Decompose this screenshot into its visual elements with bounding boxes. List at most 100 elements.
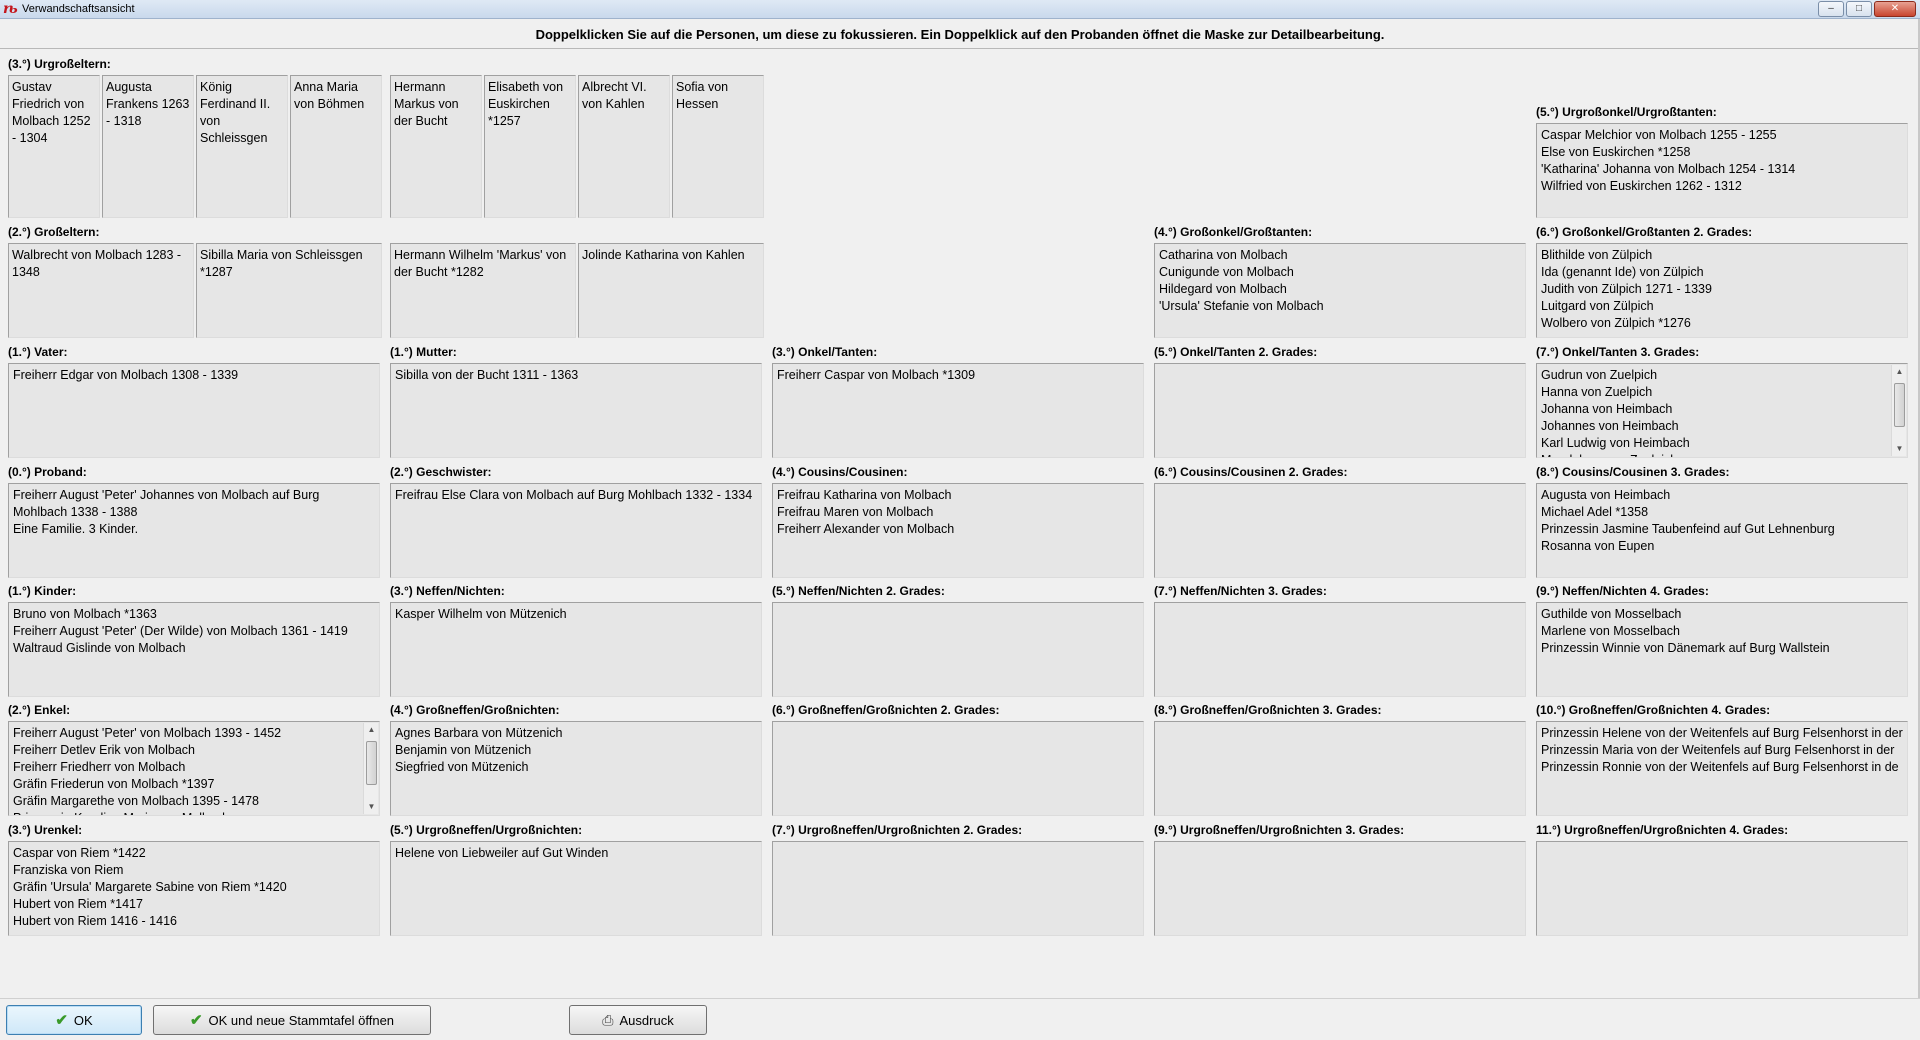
list-neffen2[interactable]	[772, 602, 1144, 697]
ok-button[interactable]: ✔ OK	[6, 1005, 142, 1035]
scroll-thumb[interactable]	[1894, 383, 1905, 427]
list-item[interactable]: Catharina von Molbach	[1159, 247, 1521, 264]
list-item[interactable]: Hubert von Riem *1417	[13, 896, 375, 913]
list-item[interactable]: Guthilde von Mosselbach	[1541, 606, 1903, 623]
scroll-thumb[interactable]	[366, 741, 377, 785]
list-item[interactable]: Freiherr August 'Peter' (Der Wilde) von …	[13, 623, 375, 640]
list-grossneffen[interactable]: Agnes Barbara von Mützenich Benjamin von …	[390, 721, 762, 816]
list-item[interactable]: Kasper Wilhelm von Mützenich	[395, 606, 757, 623]
list-enkel[interactable]: Freiherr August 'Peter' von Molbach 1393…	[8, 721, 380, 816]
list-onkel3[interactable]: Gudrun von Zuelpich Hanna von Zuelpich Joh…	[1536, 363, 1908, 458]
list-item[interactable]: Gräfin Margarethe von Molbach 1395 - 147…	[13, 793, 359, 810]
great-grandparent-cell[interactable]: Hermann Markus von der Bucht	[390, 75, 482, 218]
list-item[interactable]: Wilfried von Euskirchen 1262 - 1312	[1541, 178, 1903, 195]
list-grossneffen4[interactable]: Prinzessin Helene von der Weitenfels auf…	[1536, 721, 1908, 816]
list-item[interactable]: Prinzessin Maria von der Weitenfels auf …	[1541, 742, 1903, 759]
list-urgrossonkel[interactable]: Caspar Melchior von Molbach 1255 - 1255 E…	[1536, 123, 1908, 218]
maximize-button[interactable]: □	[1846, 1, 1872, 17]
list-item[interactable]: Hubert von Riem 1416 - 1416	[13, 913, 375, 930]
list-item[interactable]: Johannes von Heimbach	[1541, 418, 1887, 435]
close-button[interactable]: ✕	[1874, 1, 1916, 17]
list-proband[interactable]: Freiherr August 'Peter' Johannes von Mol…	[8, 483, 380, 578]
great-grandparent-cell[interactable]: Augusta Frankens 1263 - 1318	[102, 75, 194, 218]
list-item[interactable]: Prinzessin Winnie von Dänemark auf Burg …	[1541, 640, 1903, 657]
great-grandparent-cell[interactable]: Gustav Friedrich von Molbach 1252 - 1304	[8, 75, 100, 218]
list-item[interactable]: Augusta von Heimbach	[1541, 487, 1903, 504]
scroll-up-icon[interactable]: ▲	[1892, 365, 1907, 379]
list-grossneffen3[interactable]	[1154, 721, 1526, 816]
scrollbar[interactable]: ▲ ▼	[363, 723, 378, 814]
list-item[interactable]: Rosanna von Eupen	[1541, 538, 1903, 555]
scroll-down-icon[interactable]: ▼	[1892, 442, 1907, 456]
list-vater[interactable]: Freiherr Edgar von Molbach 1308 - 1339	[8, 363, 380, 458]
list-kinder[interactable]: Bruno von Molbach *1363 Freiherr August '…	[8, 602, 380, 697]
list-item[interactable]: Freiherr Caspar von Molbach *1309	[777, 367, 1139, 384]
list-geschwister[interactable]: Freifrau Else Clara von Molbach auf Burg…	[390, 483, 762, 578]
list-item[interactable]: Michael Adel *1358	[1541, 504, 1903, 521]
list-item[interactable]: Sibilla von der Bucht 1311 - 1363	[395, 367, 757, 384]
grandparent-cell[interactable]: Jolinde Katharina von Kahlen	[578, 243, 764, 338]
ok-new-tree-button[interactable]: ✔ OK und neue Stammtafel öffnen	[153, 1005, 431, 1035]
list-onkel2[interactable]	[1154, 363, 1526, 458]
list-item[interactable]: Freiherr Friedherr von Molbach	[13, 759, 359, 776]
great-grandparent-cell[interactable]: Elisabeth von Euskirchen *1257	[484, 75, 576, 218]
list-item[interactable]: Freiherr Edgar von Molbach 1308 - 1339	[13, 367, 375, 384]
great-grandparent-cell[interactable]: Sofia von Hessen	[672, 75, 764, 218]
list-item[interactable]: Prinzessin Helene von der Weitenfels auf…	[1541, 725, 1903, 742]
list-item[interactable]: Helene von Liebweiler auf Gut Winden	[395, 845, 757, 862]
list-urgrossneffen4[interactable]	[1536, 841, 1908, 936]
list-mutter[interactable]: Sibilla von der Bucht 1311 - 1363	[390, 363, 762, 458]
list-item[interactable]: 'Ursula' Stefanie von Molbach	[1159, 298, 1521, 315]
list-item[interactable]: Marlene von Mosselbach	[1541, 623, 1903, 640]
list-item[interactable]: Blithilde von Zülpich	[1541, 247, 1903, 264]
list-item[interactable]: Gräfin Friederun von Molbach *1397	[13, 776, 359, 793]
list-urenkel[interactable]: Caspar von Riem *1422 Franziska von Riem G…	[8, 841, 380, 936]
list-item[interactable]: Judith von Zülpich 1271 - 1339	[1541, 281, 1903, 298]
grandparent-cell[interactable]: Hermann Wilhelm 'Markus' von der Bucht *…	[390, 243, 576, 338]
list-grossneffen2[interactable]	[772, 721, 1144, 816]
list-item[interactable]: Waltraud Gislinde von Molbach	[13, 640, 375, 657]
great-grandparent-cell[interactable]: Albrecht VI. von Kahlen	[578, 75, 670, 218]
list-item[interactable]: Gudrun von Zuelpich	[1541, 367, 1887, 384]
great-grandparent-cell[interactable]: Anna Maria von Böhmen	[290, 75, 382, 218]
list-grossonkel[interactable]: Catharina von Molbach Cunigunde von Molba…	[1154, 243, 1526, 338]
list-item[interactable]: Freifrau Else Clara von Molbach auf Burg…	[395, 487, 757, 504]
print-button[interactable]: ⎙ Ausdruck	[569, 1005, 707, 1035]
list-item[interactable]: Prinzessin Karoline Maria von Molbach	[13, 810, 359, 815]
list-item[interactable]: Wolbero von Zülpich *1276	[1541, 315, 1903, 332]
list-item[interactable]: 'Katharina' Johanna von Molbach 1254 - 1…	[1541, 161, 1903, 178]
list-item[interactable]: Mohlbach 1338 - 1388	[13, 504, 375, 521]
list-item[interactable]: Karl Ludwig von Heimbach	[1541, 435, 1887, 452]
list-item[interactable]: Freifrau Katharina von Molbach	[777, 487, 1139, 504]
list-item[interactable]: Freiherr Detlev Erik von Molbach	[13, 742, 359, 759]
list-item[interactable]: Siegfried von Mützenich	[395, 759, 757, 776]
list-item[interactable]: Magdalena von Zuelpich	[1541, 452, 1887, 457]
list-neffen[interactable]: Kasper Wilhelm von Mützenich	[390, 602, 762, 697]
list-item[interactable]: Prinzessin Jasmine Taubenfeind auf Gut L…	[1541, 521, 1903, 538]
list-item[interactable]: Freiherr August 'Peter' Johannes von Mol…	[13, 487, 375, 504]
great-grandparent-cell[interactable]: König Ferdinand II. von Schleissgen	[196, 75, 288, 218]
list-item[interactable]: Hildegard von Molbach	[1159, 281, 1521, 298]
scroll-up-icon[interactable]: ▲	[364, 723, 379, 737]
list-item[interactable]: Franziska von Riem	[13, 862, 375, 879]
minimize-button[interactable]: –	[1818, 1, 1844, 17]
list-item[interactable]: Freiherr August 'Peter' von Molbach 1393…	[13, 725, 359, 742]
scroll-down-icon[interactable]: ▼	[364, 800, 379, 814]
scrollbar[interactable]: ▲ ▼	[1891, 365, 1906, 456]
grandparent-cell[interactable]: Sibilla Maria von Schleissgen *1287	[196, 243, 382, 338]
list-cousins3[interactable]: Augusta von Heimbach Michael Adel *1358 Pr…	[1536, 483, 1908, 578]
list-item[interactable]: Cunigunde von Molbach	[1159, 264, 1521, 281]
list-item[interactable]: Ida (genannt Ide) von Zülpich	[1541, 264, 1903, 281]
list-onkel[interactable]: Freiherr Caspar von Molbach *1309	[772, 363, 1144, 458]
list-item[interactable]: Else von Euskirchen *1258	[1541, 144, 1903, 161]
list-item[interactable]: Johanna von Heimbach	[1541, 401, 1887, 418]
list-item[interactable]: Prinzessin Ronnie von der Weitenfels auf…	[1541, 759, 1903, 776]
list-item[interactable]: Caspar Melchior von Molbach 1255 - 1255	[1541, 127, 1903, 144]
list-cousins2[interactable]	[1154, 483, 1526, 578]
grandparent-cell[interactable]: Walbrecht von Molbach 1283 - 1348	[8, 243, 194, 338]
list-urgrossneffen[interactable]: Helene von Liebweiler auf Gut Winden	[390, 841, 762, 936]
list-item[interactable]: Hanna von Zuelpich	[1541, 384, 1887, 401]
list-grossonkel2[interactable]: Blithilde von Zülpich Ida (genannt Ide) v…	[1536, 243, 1908, 338]
list-urgrossneffen2[interactable]	[772, 841, 1144, 936]
list-cousins[interactable]: Freifrau Katharina von Molbach Freifrau M…	[772, 483, 1144, 578]
